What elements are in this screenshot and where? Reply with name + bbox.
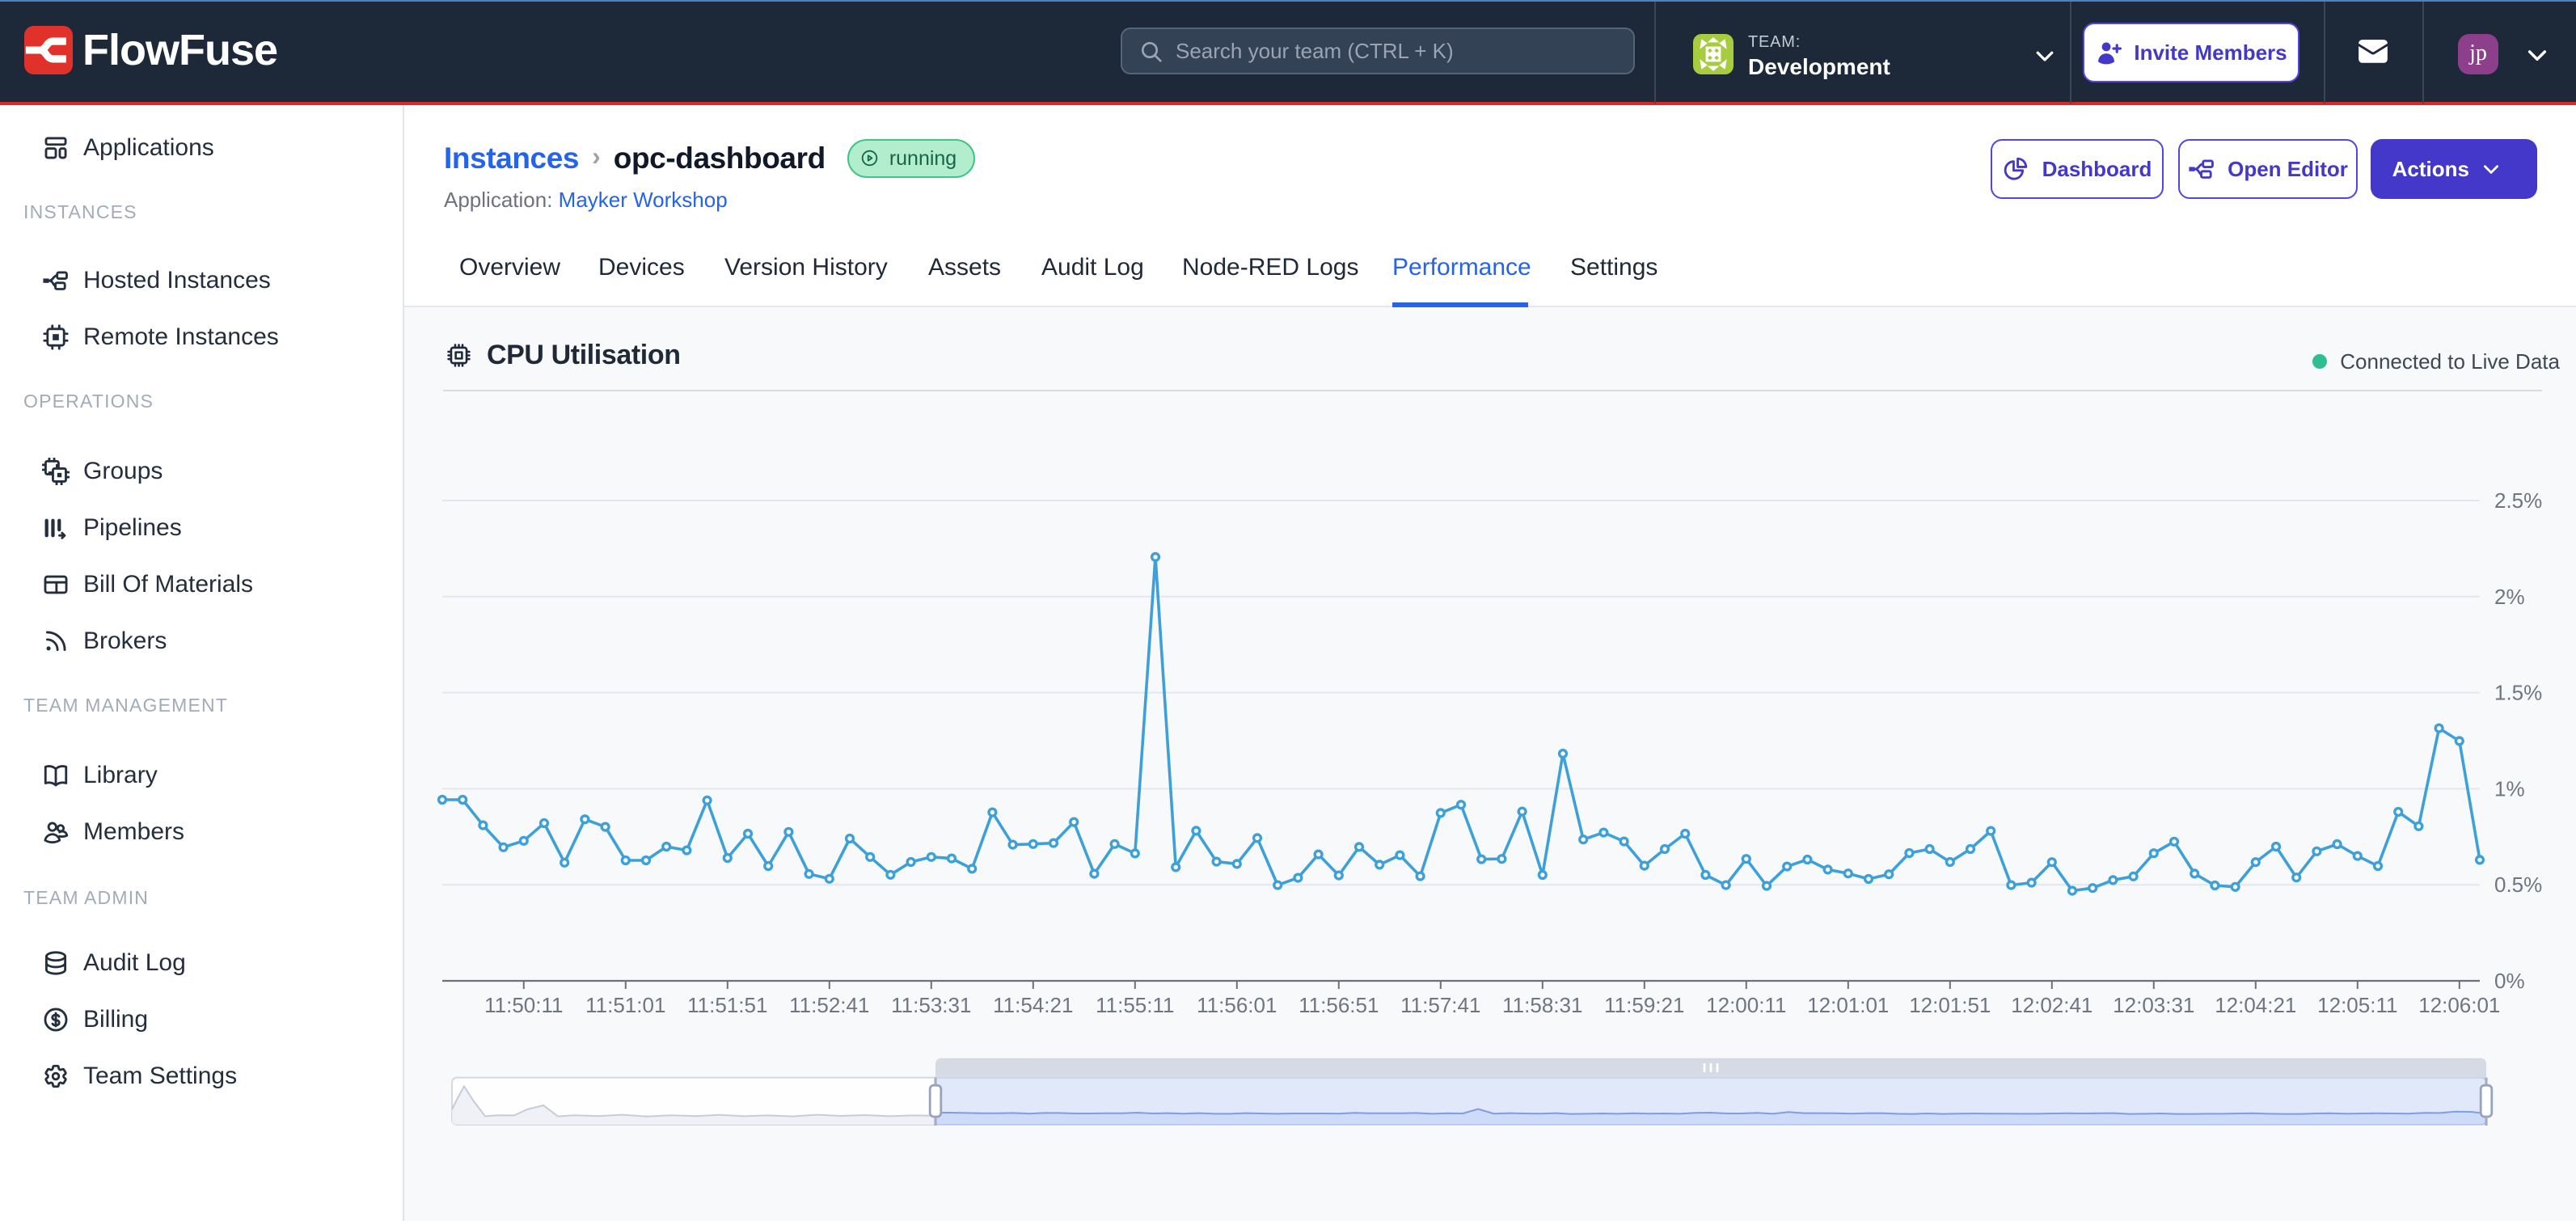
svg-text:12:00:11: 12:00:11: [1706, 993, 1786, 1017]
svg-text:2.5%: 2.5%: [2494, 488, 2542, 513]
svg-text:1.5%: 1.5%: [2494, 681, 2542, 705]
svg-text:12:01:51: 12:01:51: [1909, 993, 1991, 1017]
svg-text:11:59:21: 11:59:21: [1604, 993, 1684, 1017]
svg-text:12:05:11: 12:05:11: [2317, 993, 2397, 1017]
svg-text:12:06:01: 12:06:01: [2418, 993, 2500, 1017]
svg-text:0.5%: 0.5%: [2494, 872, 2542, 897]
svg-text:11:53:31: 11:53:31: [891, 993, 971, 1017]
svg-text:0%: 0%: [2494, 969, 2525, 993]
svg-text:12:01:01: 12:01:01: [1807, 993, 1889, 1017]
svg-text:2%: 2%: [2494, 585, 2525, 609]
svg-text:1%: 1%: [2494, 776, 2525, 801]
svg-text:11:58:31: 11:58:31: [1502, 993, 1582, 1017]
svg-text:11:56:01: 11:56:01: [1197, 993, 1277, 1017]
svg-text:11:50:11: 11:50:11: [484, 993, 563, 1017]
svg-text:11:57:41: 11:57:41: [1400, 993, 1480, 1017]
svg-text:11:51:01: 11:51:01: [585, 993, 665, 1017]
svg-text:12:03:31: 12:03:31: [2113, 993, 2194, 1017]
svg-text:12:04:21: 12:04:21: [2215, 993, 2296, 1017]
svg-text:11:52:41: 11:52:41: [789, 993, 869, 1017]
svg-text:11:51:51: 11:51:51: [687, 993, 767, 1017]
svg-text:11:55:11: 11:55:11: [1096, 993, 1174, 1017]
svg-text:11:54:21: 11:54:21: [993, 993, 1073, 1017]
svg-text:12:02:41: 12:02:41: [2011, 993, 2092, 1017]
svg-text:11:56:51: 11:56:51: [1299, 993, 1379, 1017]
